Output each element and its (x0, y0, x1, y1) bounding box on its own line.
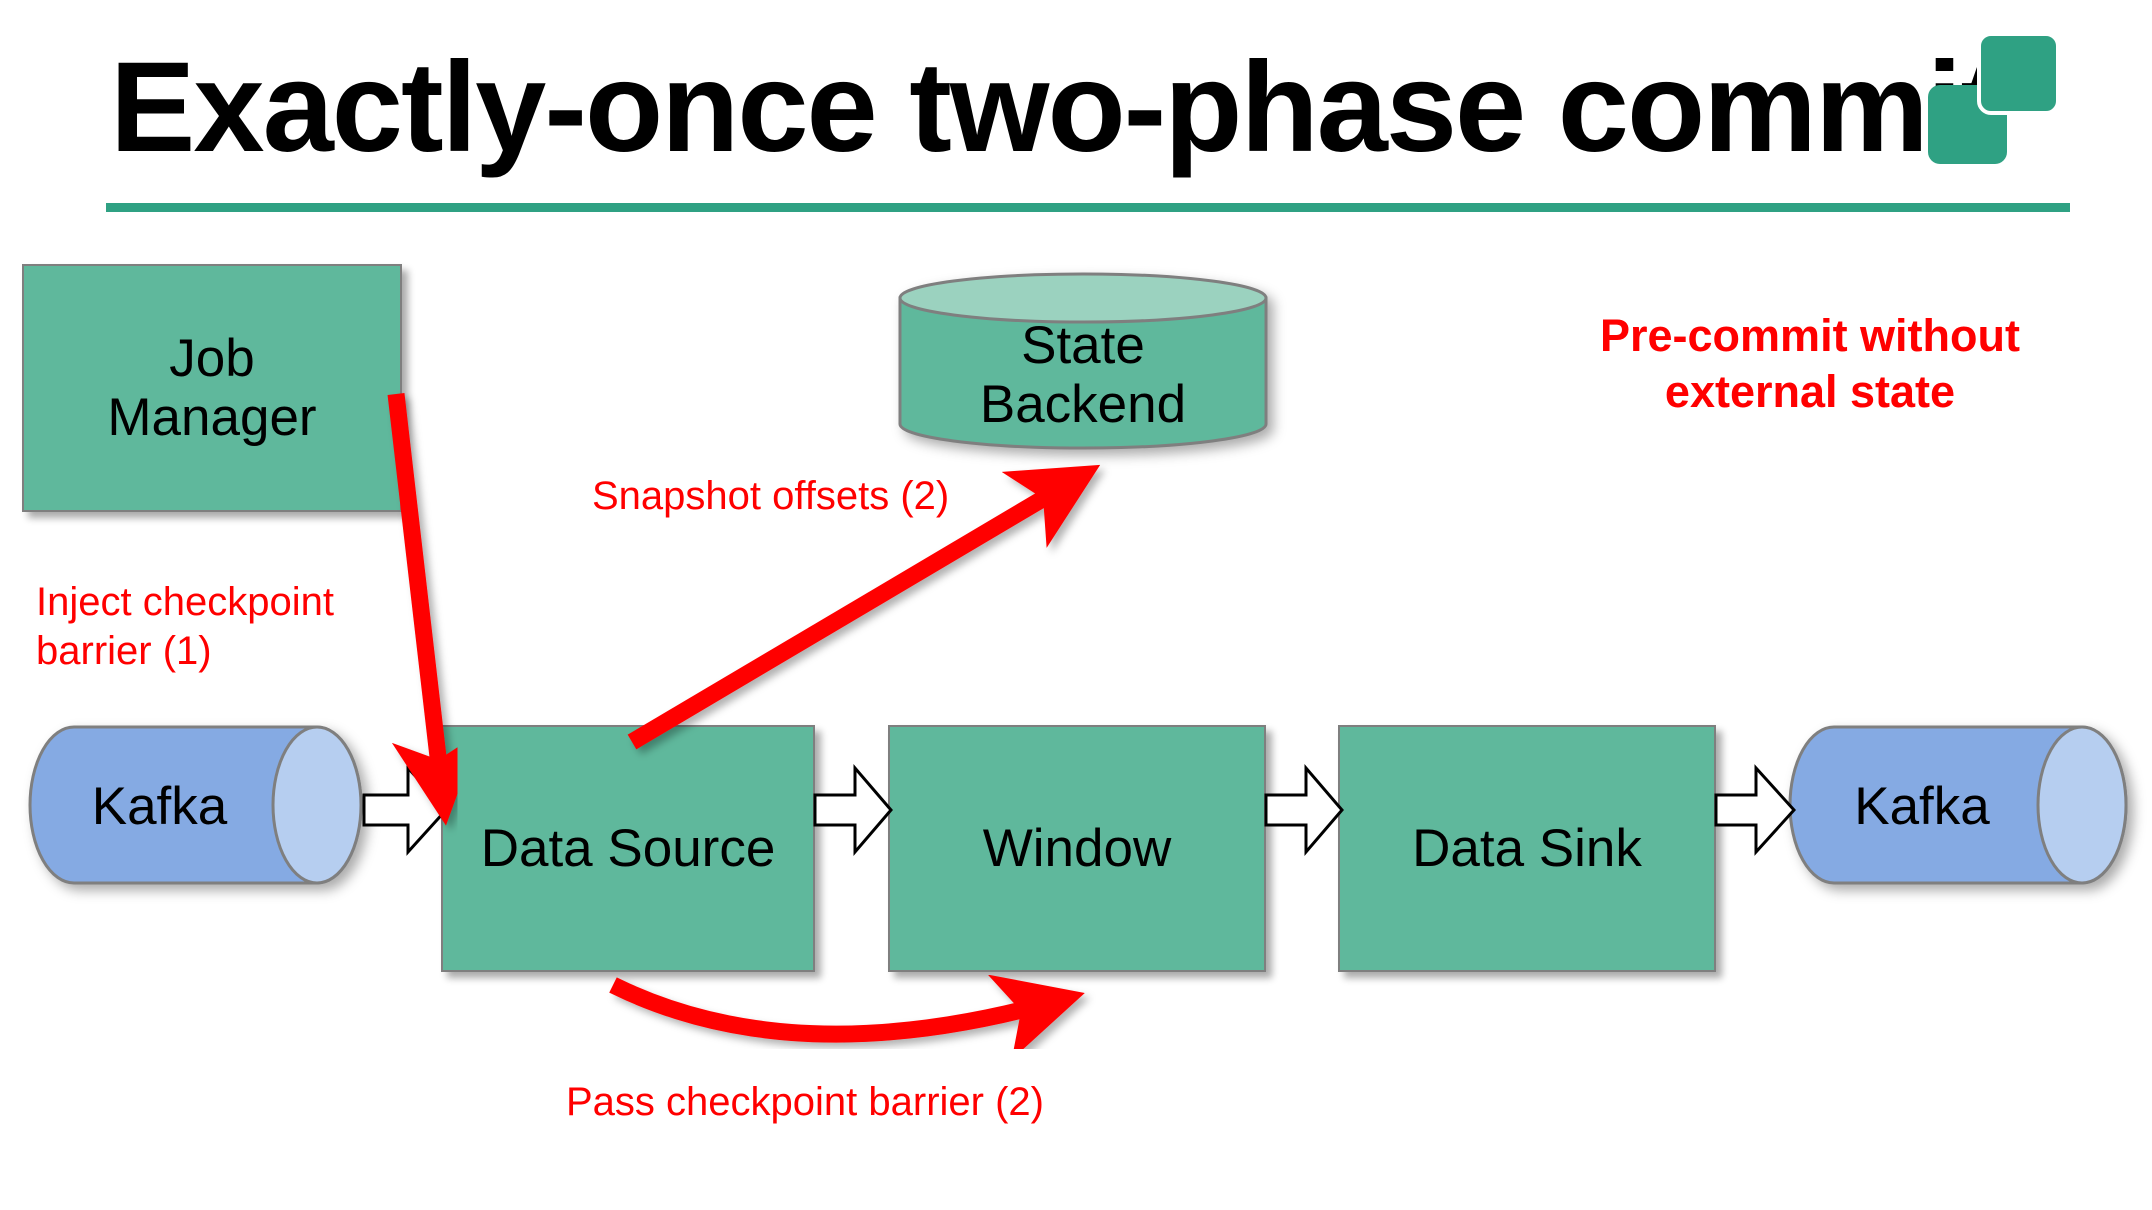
logo-square-front-icon (1977, 32, 2060, 115)
node-data-source-label: Data Source (480, 818, 776, 878)
brand-logo (1928, 32, 2060, 164)
flow-arrow-kafka-to-source-icon (362, 762, 449, 858)
node-window[interactable]: Window (888, 725, 1266, 972)
annotation-inject-barrier: Inject checkpoint barrier (1) (36, 580, 334, 673)
flow-arrow-sink-to-kafka-icon (1714, 762, 1797, 858)
node-window-label: Window (982, 818, 1172, 878)
flow-arrow-window-to-sink-icon (1264, 762, 1344, 858)
node-data-sink[interactable]: Data Sink (1338, 725, 1716, 972)
annotation-snapshot-offsets: Snapshot offsets (2) (592, 474, 950, 518)
node-job-manager[interactable]: Job Manager (22, 264, 402, 512)
node-kafka-source[interactable]: Kafka (28, 725, 363, 885)
node-kafka-sink[interactable]: Kafka (1788, 725, 2128, 885)
annotation-pass-barrier: Pass checkpoint barrier (2) (566, 1080, 1044, 1124)
node-data-source[interactable]: Data Source (441, 725, 815, 972)
node-job-manager-label: Job Manager (107, 328, 317, 447)
flow-arrow-source-to-window-icon (813, 762, 893, 858)
node-state-backend[interactable]: State Backend (898, 272, 1268, 450)
node-data-sink-label: Data Sink (1412, 818, 1642, 878)
annotation-pre-commit: Pre-commit without external state (1599, 310, 2020, 418)
slide-canvas: Exactly-once two-phase commit Job Manage… (0, 0, 2152, 1210)
page-title: Exactly-once two-phase commit (110, 36, 2003, 179)
title-divider (106, 203, 2070, 212)
arrow-pass-barrier-icon (609, 974, 1085, 1060)
